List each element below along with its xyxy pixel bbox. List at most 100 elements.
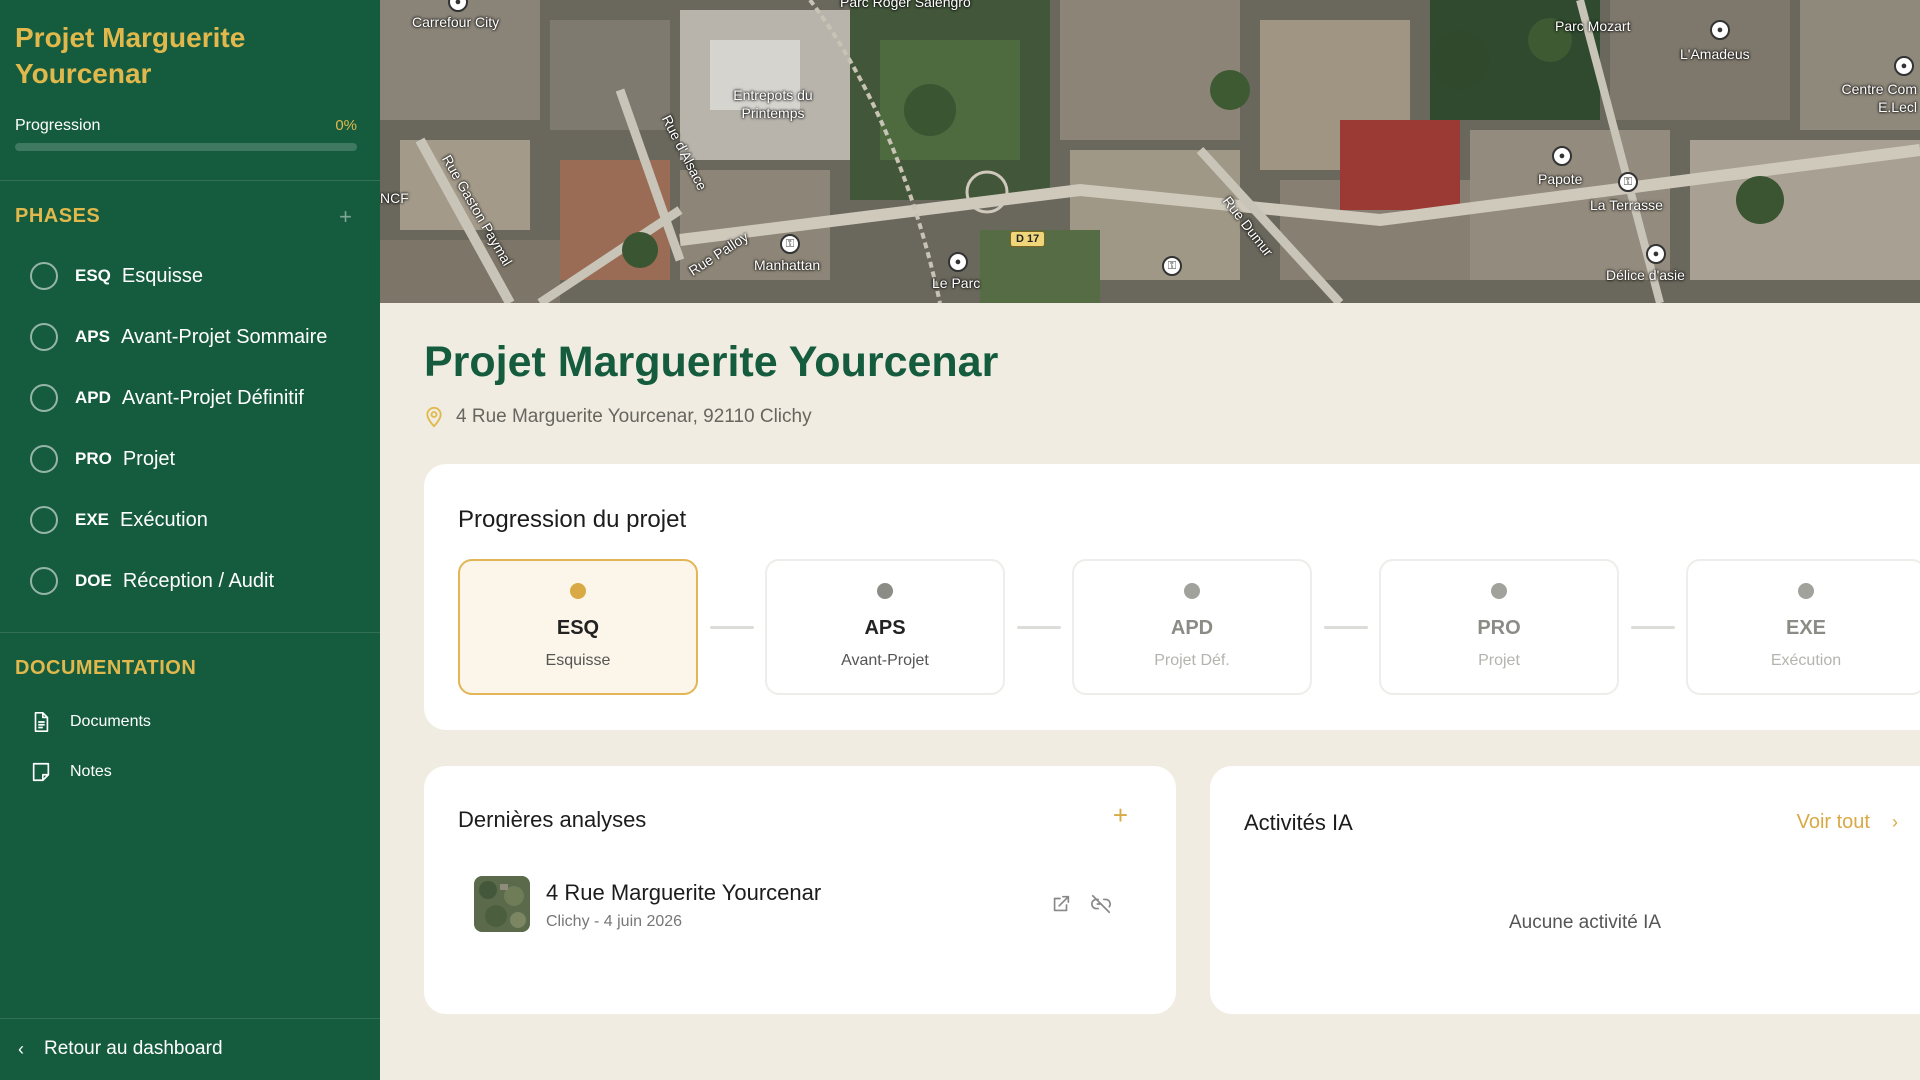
step-subtitle: Projet Déf. [1154,652,1230,669]
map-label: Manhattan [754,257,821,273]
progress-label: Progression [15,117,101,134]
map-label: Entrepots du Printemps [733,87,813,121]
project-address: 4 Rue Marguerite Yourcenar, 92110 Clichy [424,406,812,428]
step-status-dot [570,583,586,599]
analysis-title[interactable]: 4 Rue Marguerite Yourcenar [546,880,821,906]
step-esq[interactable]: ESQ Esquisse [458,559,698,695]
sidebar-phase-doe[interactable]: DOE Réception / Audit [30,563,360,599]
phase-code: PRO [75,449,112,468]
empty-state-text: Aucune activité IA [1508,912,1662,933]
step-code: APD [1170,617,1214,639]
project-title: Projet Marguerite Yourcenar [15,22,246,89]
see-all-link[interactable]: Voir tout › [1797,811,1898,834]
step-pro[interactable]: PRO Projet [1379,559,1619,695]
phase-status-circle-icon [30,262,58,290]
step-connector [1631,626,1675,629]
step-status-dot [1798,583,1814,599]
phase-name: Exécution [120,508,208,531]
sidebar-phase-apd[interactable]: APD Avant-Projet Définitif [30,380,360,416]
aerial-thumbnail-image [474,876,530,932]
ai-activity-card: Activités IA Voir tout › Aucune activité… [1210,766,1920,1014]
step-connector [1324,626,1368,629]
documentation-heading: DOCUMENTATION [15,657,197,679]
step-aps[interactable]: APS Avant-Projet [765,559,1005,695]
step-subtitle: Exécution [1770,652,1842,669]
plus-icon: + [339,204,352,229]
step-status-dot [1184,583,1200,599]
restaurant-pin-icon[interactable]: ⚿ [1162,256,1182,276]
step-connector [1017,626,1061,629]
phase-name: Avant-Projet Définitif [121,386,304,409]
back-label: Retour au dashboard [44,1038,223,1059]
progress-bar [15,143,357,151]
map-label: Délice d'asie [1606,267,1685,283]
unlink-icon[interactable] [1090,893,1112,915]
step-code: ESQ [556,617,600,639]
plus-icon: + [1112,800,1128,830]
sidebar-item-documents[interactable]: Documents [30,708,350,736]
step-subtitle: Avant-Projet [841,652,929,669]
sidebar-item-label: Notes [70,763,112,780]
sidebar-phase-exe[interactable]: EXE Exécution [30,502,360,538]
progress-value: 0% [335,117,357,134]
step-code: PRO [1477,617,1521,639]
back-to-dashboard-link[interactable]: ‹ Retour au dashboard [18,1035,223,1063]
map-label: Papote [1538,171,1583,187]
add-phase-button[interactable]: + [339,206,352,228]
ai-activity-title: Activités IA [1244,810,1353,835]
phase-status-circle-icon [30,384,58,412]
cafe-pin-icon[interactable]: ● [1552,146,1572,166]
analyses-card: Dernières analyses + 4 Rue Marguerite Yo… [424,766,1176,1014]
map-label: Parc Roger Salengro [840,0,971,10]
page-title: Projet Marguerite Yourcenar [424,338,999,386]
map-label: La Terrasse [1590,197,1663,213]
analysis-thumbnail[interactable] [474,876,530,932]
add-analysis-button[interactable]: + [1113,802,1128,828]
step-subtitle: Projet [1478,652,1520,669]
sidebar-phase-pro[interactable]: PRO Projet [30,441,360,477]
note-icon [32,762,50,782]
map-label: Centre Com E.Lecl [1841,81,1917,115]
analysis-meta: Clichy - 4 juin 2026 [546,913,683,930]
step-exe[interactable]: EXE Exécution [1686,559,1920,695]
phases-heading: PHASES [15,205,101,227]
chevron-right-icon: › [1892,812,1898,832]
map-label: Carrefour City [412,14,500,30]
sidebar-phase-aps[interactable]: APS Avant-Projet Sommaire [30,319,360,355]
phase-status-circle-icon [30,506,58,534]
chevron-left-icon: ‹ [18,1038,24,1059]
divider [0,632,380,633]
phase-code: APS [75,327,110,346]
progress-card-title: Progression du projet [458,506,687,533]
external-link-icon[interactable] [1050,893,1072,915]
divider [0,180,380,181]
restaurant-pin-icon[interactable]: ● [1646,244,1666,264]
shop-pin-icon[interactable]: ● [1894,56,1914,76]
step-subtitle: Esquisse [545,652,611,669]
phase-name: Réception / Audit [122,569,275,592]
map-label: Parc Mozart [1555,18,1631,34]
phase-name: Esquisse [121,264,204,287]
phase-status-circle-icon [30,323,58,351]
step-apd[interactable]: APD Projet Déf. [1072,559,1312,695]
bar-pin-icon[interactable]: ● [948,252,968,272]
document-icon [34,712,49,732]
restaurant-pin-icon[interactable]: ⚿ [780,234,800,254]
map-label: L'Amadeus [1680,46,1750,62]
phase-status-circle-icon [30,567,58,595]
sidebar-phase-esq[interactable]: ESQ Esquisse [30,258,360,294]
phase-code: APD [75,388,111,407]
road-number-badge: D 17 [1010,231,1046,247]
phase-status-circle-icon [30,445,58,473]
satellite-map[interactable]: Carrefour City Parc Roger Salengro Entre… [380,0,1920,303]
restaurant-pin-icon[interactable]: ⚿ [1618,172,1638,192]
map-label: NCF [380,190,409,206]
progress-card: Progression du projet ESQ Esquisse APS A… [424,464,1920,730]
step-status-dot [877,583,893,599]
shop-pin-icon[interactable]: ● [1710,20,1730,40]
address-text: 4 Rue Marguerite Yourcenar, 92110 Clichy [456,406,812,427]
sidebar-item-notes[interactable]: Notes [30,758,350,786]
step-status-dot [1491,583,1507,599]
sidebar: Projet Marguerite Yourcenar Progression … [0,0,380,1080]
sidebar-item-label: Documents [70,713,151,730]
